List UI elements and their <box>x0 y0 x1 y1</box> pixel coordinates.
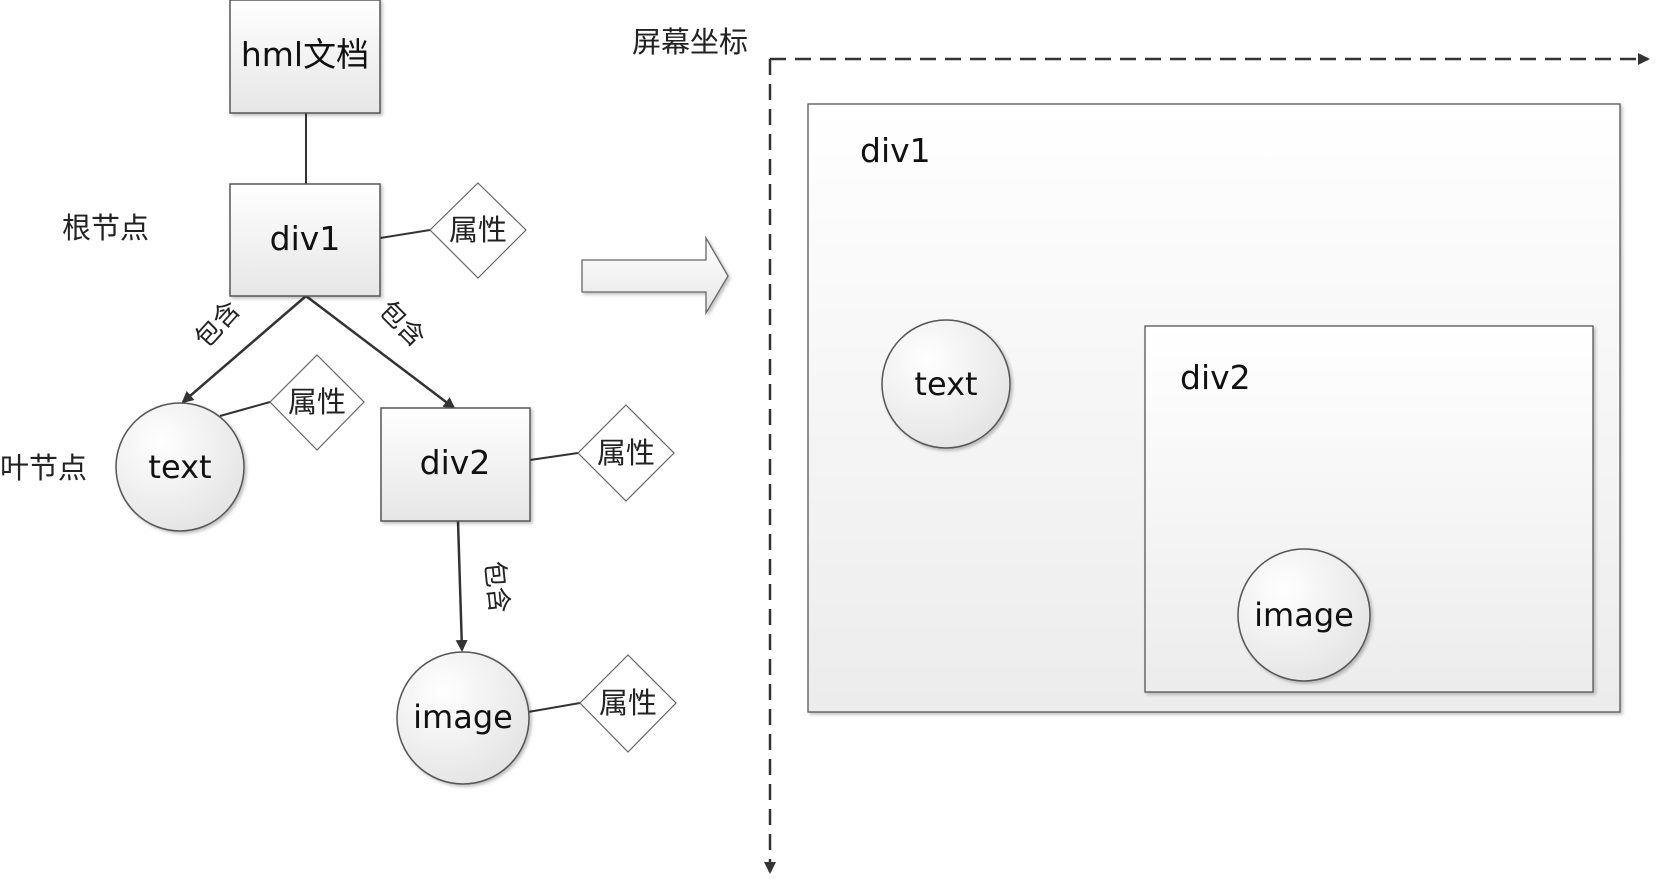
root-node-label: 根节点 <box>62 211 149 245</box>
div2-attribute-node: 属性 <box>577 404 675 502</box>
screen-text-node: text <box>881 319 1011 449</box>
contains-label-left: 包含 <box>190 295 247 354</box>
transform-arrow <box>581 235 729 316</box>
screen-image-node: image <box>1237 548 1371 682</box>
screen-coordinates-label: 屏幕坐标 <box>632 25 748 59</box>
screen-div2-label: div2 <box>1180 358 1251 397</box>
div2-attr-line <box>529 452 579 461</box>
screen-image-label: image <box>1254 596 1354 634</box>
image-attribute-node: 属性 <box>579 654 677 753</box>
leaf-node-label: 叶节点 <box>0 451 87 485</box>
text-attribute-label: 属性 <box>288 385 346 419</box>
image-attribute-label: 属性 <box>599 686 657 720</box>
screen-div2-box: div2 <box>1144 325 1594 693</box>
text-node: text <box>115 402 245 532</box>
div2-node: div2 <box>380 407 531 522</box>
dom-to-screen-diagram: 包含 包含 包含 根节点 叶节点 hml文档 div1 属性 text 属性 d… <box>0 0 1650 874</box>
screen-view: 屏幕坐标 div1 text div2 image <box>632 25 1650 874</box>
html-document-label: hml文档 <box>241 35 369 74</box>
div1-node: div1 <box>229 183 381 297</box>
div1-node-label: div1 <box>270 219 341 258</box>
contains-label-right: 包含 <box>373 295 431 353</box>
div1-attr-line <box>379 229 431 239</box>
dom-tree: 包含 包含 包含 根节点 叶节点 hml文档 div1 属性 text 属性 d… <box>0 0 677 785</box>
text-attribute-node: 属性 <box>269 354 365 451</box>
html-document-node: hml文档 <box>229 0 381 114</box>
text-attr-line <box>219 401 271 417</box>
image-node-label: image <box>413 698 513 736</box>
div2-node-label: div2 <box>420 443 491 482</box>
image-node: image <box>396 651 530 785</box>
text-node-label: text <box>148 448 211 486</box>
div1-attribute-label: 属性 <box>449 213 507 247</box>
div2-to-image-arrow <box>455 520 468 652</box>
contains-label-down: 包含 <box>478 560 513 615</box>
screen-div1-label: div1 <box>860 131 931 170</box>
div1-attribute-node: 属性 <box>429 182 527 279</box>
screen-text-label: text <box>914 365 977 403</box>
div2-attribute-label: 属性 <box>597 436 655 470</box>
image-attr-line <box>527 702 581 713</box>
